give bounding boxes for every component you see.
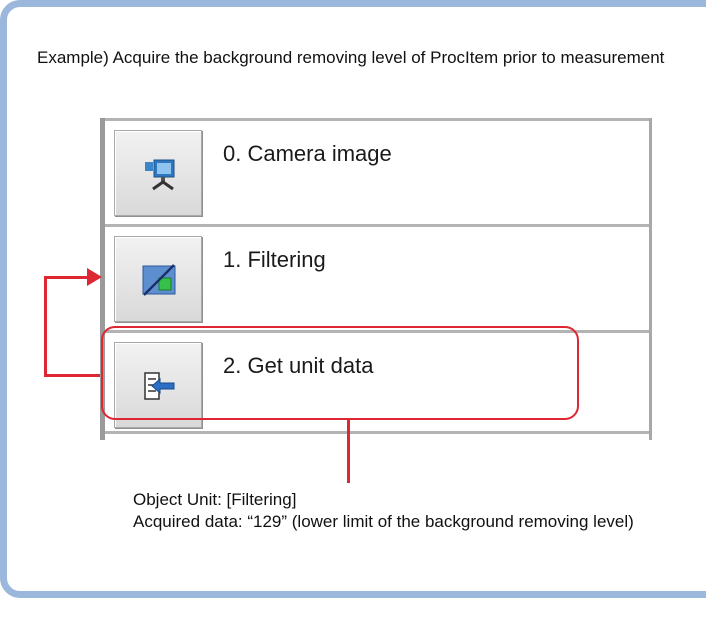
reference-arrowhead — [87, 268, 102, 286]
filtering-icon — [142, 264, 176, 296]
camera-image-button[interactable] — [114, 130, 202, 216]
reference-line-bottom — [44, 374, 100, 377]
callout-text: Object Unit: [Filtering] Acquired data: … — [133, 489, 653, 533]
reference-line-vertical — [44, 276, 47, 377]
object-unit-text: Object Unit: [Filtering] — [133, 490, 297, 509]
flow-item-filtering[interactable]: 1. Filtering — [105, 224, 649, 328]
camera-image-icon — [145, 159, 175, 191]
flow-item-label: 1. Filtering — [223, 247, 326, 272]
callout-line — [347, 419, 350, 483]
flow-item-camera-image[interactable]: 0. Camera image — [105, 118, 649, 222]
flow-item-label: 0. Camera image — [223, 141, 392, 166]
get-unit-data-highlight — [101, 326, 579, 420]
acquired-data-text: Acquired data: “129” (lower limit of the… — [133, 512, 634, 531]
filtering-button[interactable] — [114, 236, 202, 322]
reference-line-top — [44, 276, 88, 279]
intro-text: Example) Acquire the background removing… — [37, 48, 665, 67]
